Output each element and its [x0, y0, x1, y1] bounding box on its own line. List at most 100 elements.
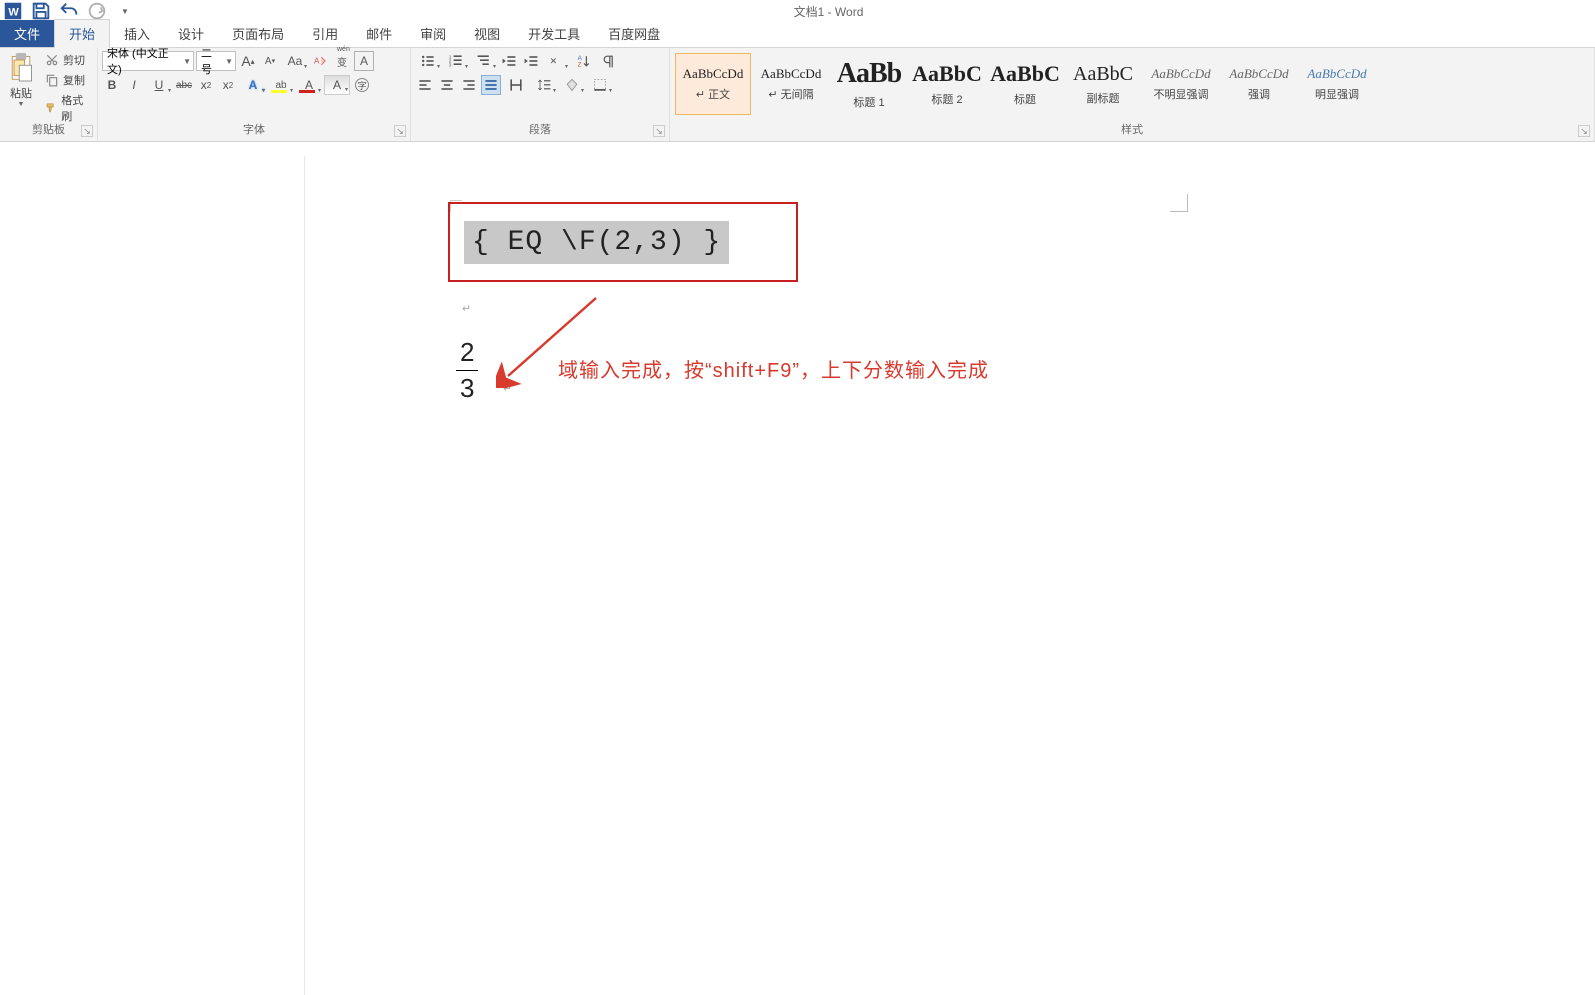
group-paragraph: ▾ 123▾ ▾ ✕▾ AZ ▾ ▾ ▾ 段落 ↘ [411, 48, 670, 141]
line-spacing-button[interactable]: ▾ [531, 75, 557, 95]
style-label: 明显强调 [1315, 86, 1359, 102]
word-icon[interactable]: W [2, 1, 24, 21]
fraction-denominator: 3 [456, 373, 478, 404]
style-item-1[interactable]: AaBbCcDd↵ 无间隔 [753, 53, 829, 115]
tab-insert[interactable]: 插入 [110, 20, 164, 47]
annotation-text: 域输入完成，按“shift+F9”，上下分数输入完成 [558, 354, 989, 383]
style-item-7[interactable]: AaBbCcDd强调 [1221, 53, 1297, 115]
style-preview: AaBbC [990, 61, 1060, 87]
tab-home[interactable]: 开始 [54, 19, 110, 48]
phonetic-guide-button[interactable]: 变wén [332, 51, 352, 71]
enclose-char-button[interactable]: 字 [352, 75, 372, 95]
style-label: 副标题 [1087, 90, 1120, 106]
clipboard-launcher-icon[interactable]: ↘ [81, 125, 93, 137]
tab-file[interactable]: 文件 [0, 20, 54, 47]
style-preview: AaBb [837, 58, 901, 90]
page-corner-top-right [1170, 194, 1188, 212]
style-label: 不明显强调 [1154, 86, 1209, 102]
asian-layout-button[interactable]: ✕▾ [543, 51, 569, 71]
svg-text:A: A [314, 57, 320, 66]
grow-font-button[interactable]: A▴ [238, 51, 258, 71]
group-clipboard: 粘贴 ▼ 剪切 复制 格式刷 剪贴板 ↘ [0, 48, 98, 141]
distribute-button[interactable] [503, 75, 529, 95]
paragraph-launcher-icon[interactable]: ↘ [653, 125, 665, 137]
style-item-6[interactable]: AaBbCcDd 不明显强调 [1143, 53, 1219, 115]
tab-review[interactable]: 审阅 [406, 20, 460, 47]
style-item-0[interactable]: AaBbCcDd ↵ 正文 [675, 53, 751, 115]
style-label: 标题 [1014, 91, 1036, 107]
multilevel-list-button[interactable]: ▾ [471, 51, 497, 71]
svg-text:W: W [8, 7, 19, 19]
style-item-4[interactable]: AaBbC 标题 [987, 53, 1063, 115]
svg-text:Z: Z [578, 62, 582, 69]
highlight-button[interactable]: ab▾ [268, 75, 294, 95]
change-case-button[interactable]: Aa▾ [282, 51, 308, 71]
cut-button[interactable]: 剪切 [42, 51, 93, 69]
tab-view[interactable]: 视图 [460, 20, 514, 47]
bold-button[interactable]: B [102, 75, 122, 95]
font-family-combo[interactable]: 宋体 (中文正文)▼ [102, 51, 194, 71]
sort-button[interactable]: AZ [571, 51, 597, 71]
field-code-highlight-box: { EQ \F(2,3) } [448, 202, 798, 282]
paste-label: 粘贴 [10, 85, 32, 101]
group-styles: AaBbCcDd↵ 正文AaBbCcDd↵ 无间隔AaBb标题 1AaBbC标题… [670, 48, 1595, 141]
tab-developer[interactable]: 开发工具 [514, 20, 594, 47]
align-left-button[interactable] [415, 75, 435, 95]
fraction-numerator: 2 [456, 337, 478, 368]
bullets-button[interactable]: ▾ [415, 51, 441, 71]
field-code-text[interactable]: { EQ \F(2,3) } [464, 221, 729, 264]
style-item-3[interactable]: AaBbC 标题 2 [909, 53, 985, 115]
copy-button[interactable]: 复制 [42, 71, 93, 89]
strikethrough-button[interactable]: abc [174, 75, 194, 95]
align-justify-button[interactable] [481, 75, 501, 95]
borders-button[interactable]: ▾ [587, 75, 613, 95]
char-shading-button[interactable]: A▾ [324, 75, 350, 95]
style-item-2[interactable]: AaBb 标题 1 [831, 53, 907, 115]
italic-button[interactable]: I [124, 75, 144, 95]
style-preview: AaBbCcDd [683, 66, 744, 82]
style-label: ↵ 无间隔 [768, 86, 813, 102]
char-border-button[interactable]: A [354, 51, 374, 71]
svg-text:3: 3 [449, 63, 452, 69]
group-styles-label: 样式 [670, 119, 1594, 139]
increase-indent-button[interactable] [521, 51, 541, 71]
underline-button[interactable]: U▾ [146, 75, 172, 95]
style-preview: AaBbC [1073, 63, 1133, 86]
styles-launcher-icon[interactable]: ↘ [1578, 125, 1590, 137]
subscript-button[interactable]: x2 [196, 75, 216, 95]
save-icon[interactable] [30, 1, 52, 21]
text-effects-button[interactable]: A▾ [240, 75, 266, 95]
align-center-button[interactable] [437, 75, 457, 95]
style-item-5[interactable]: AaBbC 副标题 [1065, 53, 1141, 115]
numbering-button[interactable]: 123▾ [443, 51, 469, 71]
style-preview: AaBbC [912, 61, 982, 87]
svg-text:✕: ✕ [550, 56, 557, 66]
align-right-button[interactable] [459, 75, 479, 95]
group-font: 宋体 (中文正文)▼ 二号▼ A▴ A▾ Aa▾ A 变wén A B I U▾… [98, 48, 411, 141]
tab-references[interactable]: 引用 [298, 20, 352, 47]
style-label: 标题 1 [853, 94, 884, 110]
clear-format-button[interactable]: A [310, 51, 330, 71]
shading-button[interactable]: ▾ [559, 75, 585, 95]
font-color-button[interactable]: A▾ [296, 75, 322, 95]
style-label: ↵ 正文 [696, 86, 730, 102]
paragraph-mark-icon: ↵ [503, 382, 512, 395]
superscript-button[interactable]: x2 [218, 75, 238, 95]
fraction-display[interactable]: 2 3 [456, 337, 478, 404]
tab-layout[interactable]: 页面布局 [218, 20, 298, 47]
style-preview: AaBbCcDd [1307, 66, 1366, 82]
document-area[interactable]: { EQ \F(2,3) } ↵ 2 3 ↵ 域输入完成，按“shift+F9”… [0, 142, 1595, 981]
tab-mailings[interactable]: 邮件 [352, 20, 406, 47]
style-preview: AaBbCcDd [1151, 66, 1210, 82]
show-marks-button[interactable] [599, 51, 619, 71]
style-item-8[interactable]: AaBbCcDd 明显强调 [1299, 53, 1375, 115]
window-title: 文档1 - Word [62, 3, 1595, 20]
style-label: 标题 2 [931, 91, 962, 107]
shrink-font-button[interactable]: A▾ [260, 51, 280, 71]
font-size-combo[interactable]: 二号▼ [196, 51, 236, 71]
tab-design[interactable]: 设计 [164, 20, 218, 47]
tab-baidu[interactable]: 百度网盘 [594, 20, 674, 47]
group-paragraph-label: 段落 [411, 119, 669, 139]
font-launcher-icon[interactable]: ↘ [394, 125, 406, 137]
decrease-indent-button[interactable] [499, 51, 519, 71]
